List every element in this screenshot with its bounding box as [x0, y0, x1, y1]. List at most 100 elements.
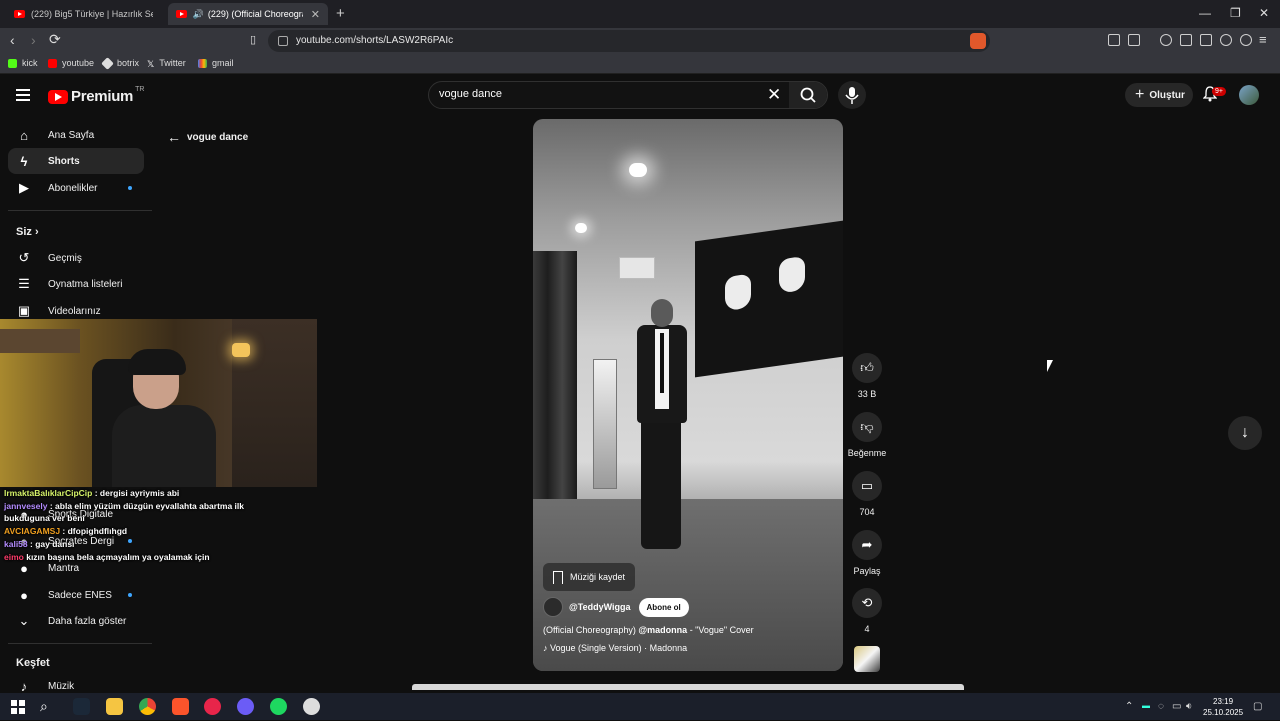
voice-search-button[interactable]: [838, 81, 866, 109]
media-player-icon[interactable]: [204, 698, 221, 715]
mention-link[interactable]: @madonna: [638, 625, 687, 635]
discord-icon[interactable]: [237, 698, 254, 715]
gmail-icon: [198, 58, 207, 68]
bookmark-twitter[interactable]: 𝕏 Twitter: [147, 58, 186, 69]
close-window-button[interactable]: ✕: [1259, 6, 1269, 20]
sidebar-icon[interactable]: [1180, 34, 1192, 46]
share-label: Paylaş: [853, 566, 881, 576]
bookmark-youtube[interactable]: youtube: [48, 58, 94, 68]
webcam-scene: [112, 405, 216, 487]
sidebar-item-home[interactable]: ⌂ Ana Sayfa: [8, 122, 144, 148]
channel-avatar[interactable]: [543, 597, 563, 617]
network-icon[interactable]: ▭: [1172, 701, 1181, 712]
webcam-overlay: [0, 319, 317, 487]
browser-tab[interactable]: (229) Big5 Türkiye | Hazırlık Sezonu 1: [6, 3, 164, 25]
youtube-premium-logo[interactable]: Premium TR: [48, 86, 144, 105]
comments-action: ▭ 704: [851, 471, 883, 517]
windows-start-icon[interactable]: [9, 698, 26, 715]
music-link[interactable]: ♪ Vogue (Single Version) · Madonna: [543, 643, 687, 653]
subscribe-button[interactable]: Abone ol: [638, 597, 689, 617]
browser-tab-bar: (229) Big5 Türkiye | Hazırlık Sezonu 1 🔊…: [0, 0, 1280, 28]
share-button[interactable]: ➦: [852, 530, 882, 560]
menu-icon[interactable]: ≡: [1259, 32, 1267, 47]
sidebar-item-history[interactable]: ↺ Geçmiş: [8, 245, 144, 271]
video-scene: [651, 299, 673, 327]
bookmark-icon[interactable]: ▯: [250, 33, 256, 46]
forward-arrow-icon[interactable]: ›: [31, 32, 36, 48]
search-button[interactable]: [789, 82, 827, 108]
next-short-button[interactable]: ↓: [1228, 416, 1262, 450]
sound-thumbnail[interactable]: [854, 646, 880, 672]
volume-icon[interactable]: 🔉︎: [1186, 701, 1192, 712]
wallet-icon[interactable]: [1200, 34, 1212, 46]
chrome-icon[interactable]: [139, 698, 156, 715]
brave-shields-icon[interactable]: [970, 33, 986, 49]
steam-icon[interactable]: [73, 698, 90, 715]
back-to-search-link[interactable]: ← vogue dance: [167, 129, 248, 145]
channel-name[interactable]: @TeddyWigga: [569, 602, 631, 612]
comments-button[interactable]: ▭: [852, 471, 882, 501]
short-video-player[interactable]: Müziği kaydet @TeddyWigga Abone ol (Offi…: [533, 119, 843, 671]
chat-username: eimo: [4, 552, 24, 562]
playlists-icon: ☰: [18, 276, 30, 291]
chat-username: jannvesely: [4, 501, 48, 511]
brave-icon[interactable]: [172, 698, 189, 715]
extensions-icon[interactable]: [1108, 34, 1120, 46]
remix-button[interactable]: ⟲: [852, 588, 882, 618]
site-info-icon[interactable]: [278, 36, 288, 46]
sidebar-item-subscriptions[interactable]: ▶ Abonelikler: [8, 175, 144, 201]
save-music-button[interactable]: Müziği kaydet: [543, 563, 635, 591]
new-tab-button[interactable]: +: [336, 5, 345, 22]
sidebar-divider: [8, 210, 152, 211]
sidebar-divider: [8, 643, 152, 644]
next-short-preview[interactable]: [412, 684, 964, 690]
notification-badge: 9+: [1212, 87, 1226, 96]
clear-search-icon[interactable]: ✕: [767, 85, 781, 105]
video-title[interactable]: (Official Choreography) @madonna - "Vogu…: [543, 625, 843, 635]
create-button[interactable]: + Oluştur: [1125, 83, 1193, 107]
bookmark-kick[interactable]: kick: [8, 58, 38, 68]
system-clock[interactable]: 23:19 25.10.2025: [1203, 696, 1243, 718]
sidebar-item-shorts[interactable]: ϟ Shorts: [8, 148, 144, 174]
home-icon: ⌂: [20, 127, 28, 143]
reader-icon[interactable]: [1128, 34, 1140, 46]
bookmark-botrix[interactable]: botrix: [101, 56, 139, 70]
address-toolbar: ‹ › ⟳ ▯ youtube.com/shorts/LASW2R6PAIc ≡: [0, 28, 1280, 54]
account-avatar[interactable]: [1239, 85, 1259, 105]
search-icon: [800, 87, 816, 103]
tray-app-icon[interactable]: ◌: [1158, 701, 1164, 712]
tray-expand-icon[interactable]: ⌃: [1125, 701, 1133, 712]
restore-button[interactable]: ❐: [1230, 6, 1241, 20]
plus-icon: +: [1135, 86, 1145, 103]
search-input[interactable]: [439, 88, 759, 100]
like-button[interactable]: 👍︎: [852, 353, 882, 383]
obs-icon[interactable]: [303, 698, 320, 715]
tray-app-icon[interactable]: ▬: [1142, 701, 1150, 710]
bookmark-gmail[interactable]: gmail: [198, 58, 234, 68]
sidebar-item-channel[interactable]: ● Sadece ENES: [8, 582, 144, 608]
music-icon[interactable]: [1160, 34, 1172, 46]
file-explorer-icon[interactable]: [106, 698, 123, 715]
close-tab-icon[interactable]: ✕: [311, 8, 320, 21]
minimize-button[interactable]: —: [1199, 6, 1211, 20]
reload-icon[interactable]: ⟳: [49, 31, 61, 48]
sidebar-show-more[interactable]: ⌄ Daha fazla göster: [8, 608, 144, 634]
url-bar[interactable]: youtube.com/shorts/LASW2R6PAIc: [268, 30, 990, 52]
leo-ai-icon[interactable]: [1220, 34, 1232, 46]
video-scene: [779, 255, 805, 294]
back-arrow-icon[interactable]: ‹: [10, 32, 15, 48]
dislike-button[interactable]: 👎︎: [852, 412, 882, 442]
search-icon[interactable]: ⌕: [40, 698, 57, 715]
spotify-icon[interactable]: [270, 698, 287, 715]
hamburger-menu-icon[interactable]: [16, 89, 30, 101]
vpn-shield-icon[interactable]: [1240, 34, 1252, 46]
notification-center-icon[interactable]: ▢: [1253, 701, 1262, 712]
share-action: ➦ Paylaş: [851, 530, 883, 576]
history-icon: ↺: [18, 250, 30, 265]
url-text: youtube.com/shorts/LASW2R6PAIc: [296, 35, 454, 46]
browser-tab-active[interactable]: 🔊 (229) (Official Choreography) ✕: [168, 3, 328, 25]
chat-message: eimo kızın başına bela açmayalım ya oyal…: [4, 552, 210, 562]
chat-message: jannvesely : abla elim yüzüm düzgün eyva…: [4, 501, 244, 523]
sidebar-item-playlists[interactable]: ☰ Oynatma listeleri: [8, 271, 144, 297]
sidebar-section-you[interactable]: Siz ›: [16, 226, 39, 238]
